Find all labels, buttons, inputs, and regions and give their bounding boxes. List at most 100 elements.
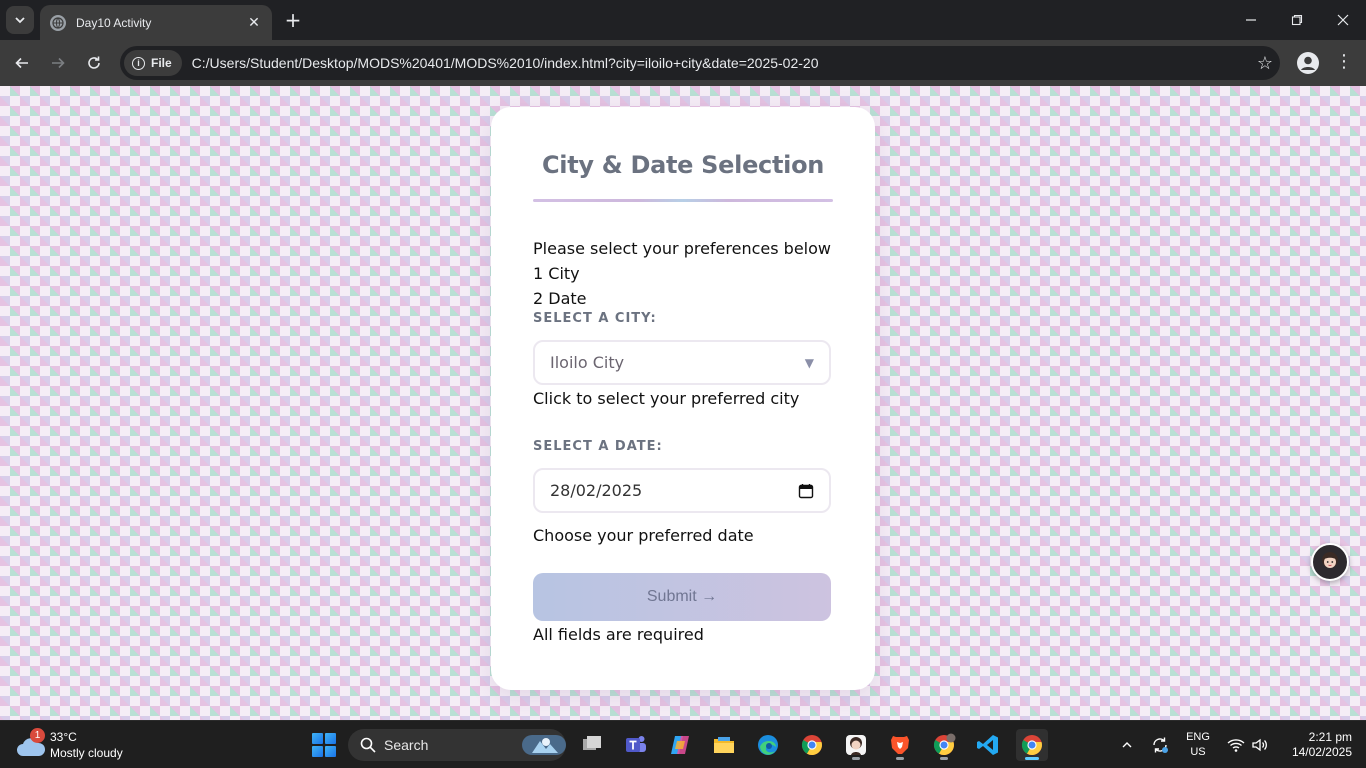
brave-lion-icon: [891, 736, 909, 754]
bookmark-star-icon[interactable]: ☆: [1250, 53, 1280, 74]
folder-icon: [714, 737, 734, 753]
taskbar-file-explorer[interactable]: [708, 729, 740, 761]
chevron-down-icon: [15, 17, 25, 24]
city-select-value: Iloilo City: [550, 353, 625, 372]
info-icon: i: [132, 56, 145, 70]
forward-button[interactable]: [44, 49, 72, 77]
site-chip-label: File: [151, 56, 172, 70]
windows-logo-icon: [312, 733, 323, 744]
globe-icon: [50, 14, 66, 31]
arrow-left-icon: [15, 57, 28, 69]
weather-widget[interactable]: 1 33°C Mostly cloudy: [16, 728, 156, 762]
close-tab-icon[interactable]: ✕: [246, 15, 262, 31]
tab-search-button[interactable]: [6, 6, 34, 34]
teams-icon: [626, 736, 646, 752]
minimize-icon: [1246, 19, 1256, 21]
chevron-up-icon: [1122, 742, 1132, 748]
page-viewport: City & Date Selection Please select your…: [0, 86, 1366, 720]
restore-button[interactable]: [1274, 0, 1320, 40]
date-label: Select a Date:: [533, 439, 663, 454]
close-window-button[interactable]: [1320, 0, 1366, 40]
taskbar-avatar-app[interactable]: [840, 729, 872, 761]
browser-toolbar: i File C:/Users/Student/Desktop/MODS%204…: [0, 40, 1366, 86]
start-button[interactable]: [312, 733, 336, 757]
menu-kebab-icon[interactable]: ⋮: [1334, 51, 1354, 75]
avatar-app-icon: [846, 735, 866, 755]
search-highlight-icon: [522, 735, 566, 755]
intro-text: Please select your preferences below 1 C…: [533, 236, 831, 311]
copilot-icon: [671, 736, 689, 754]
windows-taskbar: 1 33°C Mostly cloudy Search ENG US 2:21 …: [0, 720, 1366, 768]
taskbar-edge[interactable]: [752, 729, 784, 761]
reload-button[interactable]: [80, 49, 108, 77]
profile-icon[interactable]: [1296, 51, 1320, 75]
avatar-extension-button[interactable]: [1311, 543, 1349, 581]
chrome-icon: [1021, 735, 1042, 756]
wifi-tray-icon[interactable]: [1224, 721, 1248, 768]
taskbar-chrome-active[interactable]: [1016, 729, 1048, 761]
active-indicator: [1025, 757, 1039, 760]
show-hidden-icons-button[interactable]: [1116, 721, 1138, 768]
taskbar-chrome[interactable]: [796, 729, 828, 761]
intro-line: 1 City: [533, 264, 580, 283]
wifi-icon: [1227, 739, 1245, 752]
search-icon: [360, 737, 376, 753]
date-input-value: 28/02/2025: [550, 481, 643, 500]
date-input[interactable]: 28/02/2025: [533, 468, 831, 513]
browser-tab-bar: Day10 Activity ✕ +: [0, 0, 1366, 40]
selection-card: City & Date Selection Please select your…: [491, 107, 875, 690]
reload-icon: [88, 56, 100, 69]
sync-icon: [1153, 737, 1168, 753]
required-note: All fields are required: [533, 625, 704, 644]
taskbar-vscode[interactable]: [972, 729, 1004, 761]
back-button[interactable]: [8, 49, 36, 77]
dropdown-arrow-icon: ▼: [804, 355, 814, 370]
restore-icon: [1291, 14, 1303, 26]
keyboard-region: US: [1190, 746, 1206, 758]
running-indicator: [896, 757, 904, 760]
language-indicator[interactable]: ENG US: [1184, 730, 1212, 760]
chrome-profile-icon: [933, 733, 956, 756]
submit-button[interactable]: Submit →: [533, 573, 831, 621]
calendar-icon[interactable]: [798, 483, 814, 499]
clock-date: 14/02/2025: [1291, 745, 1352, 759]
taskbar-brave[interactable]: [884, 729, 916, 761]
running-indicator: [940, 757, 948, 760]
new-tab-button[interactable]: +: [282, 8, 304, 32]
tab-title: Day10 Activity: [76, 15, 152, 30]
taskbar-task-view[interactable]: [576, 729, 608, 761]
url-text[interactable]: C:/Users/Student/Desktop/MODS%20401/MODS…: [192, 55, 1250, 71]
weather-temperature: 33°C: [50, 730, 77, 744]
taskbar-teams[interactable]: [620, 729, 652, 761]
address-bar[interactable]: i File C:/Users/Student/Desktop/MODS%204…: [120, 46, 1280, 80]
taskbar-search[interactable]: Search: [348, 729, 566, 761]
intro-line: Please select your preferences below: [533, 239, 831, 258]
sync-tray-icon[interactable]: [1148, 721, 1172, 768]
weather-badge: 1: [30, 728, 45, 743]
running-indicator: [852, 757, 860, 760]
city-hint: Click to select your preferred city: [533, 389, 800, 408]
city-select[interactable]: Iloilo City ▼: [533, 340, 831, 385]
title-underline: [533, 199, 833, 202]
intro-line: 2 Date: [533, 289, 587, 308]
task-view-icon: [583, 736, 601, 750]
language-code: ENG: [1186, 731, 1210, 743]
close-icon: [1337, 14, 1349, 26]
clock-time: 2:21 pm: [1308, 730, 1352, 744]
minimize-button[interactable]: [1228, 0, 1274, 40]
date-hint: Choose your preferred date: [533, 526, 754, 545]
page-title: City & Date Selection: [541, 151, 825, 179]
city-label: Select a City:: [533, 311, 657, 326]
site-info-chip[interactable]: i File: [124, 50, 182, 76]
system-clock[interactable]: 2:21 pm 14/02/2025: [1278, 730, 1352, 760]
taskbar-chrome-profile[interactable]: [928, 729, 960, 761]
weather-description: Mostly cloudy: [50, 746, 123, 760]
taskbar-copilot[interactable]: [664, 729, 696, 761]
volume-tray-icon[interactable]: [1249, 721, 1271, 768]
volume-icon: [1252, 738, 1267, 752]
avatar-icon: [1322, 552, 1338, 568]
chrome-icon: [801, 735, 822, 756]
vscode-icon: [977, 735, 998, 755]
tab-day10-activity[interactable]: Day10 Activity ✕: [40, 5, 272, 40]
arrow-right-icon: [52, 57, 65, 69]
